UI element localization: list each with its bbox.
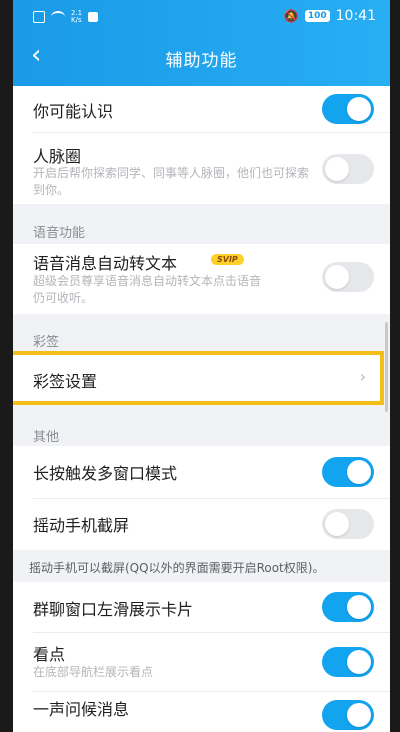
network-toggle[interactable] (322, 154, 374, 184)
status-right: 🔕 100 10:41 (284, 8, 376, 24)
header-bar: 2.1 K/s 🔕 100 10:41 ‹ 辅助功能 (13, 0, 390, 86)
toggle-knob (325, 512, 349, 536)
row-group-card: 群聊窗口左滑展示卡片 (13, 582, 390, 632)
row-title: 摇动手机截屏 (33, 516, 130, 535)
clock: 10:41 (335, 8, 376, 24)
may-know-toggle[interactable] (322, 94, 374, 124)
row-title: 语音消息自动转文本 (33, 254, 178, 273)
toggle-knob (347, 595, 371, 619)
row-subtitle: 超级会员尊享语音消息自动转文本点击语音仍可收听。 (33, 274, 262, 305)
sim-icon (33, 11, 45, 23)
greeting-toggle[interactable] (322, 700, 374, 730)
row-subtitle: 开启后帮你探索同学、同事等人脉圈，他们也可探索到你。 (33, 166, 310, 197)
row-title: 看点 (33, 645, 66, 664)
row-title: 人脉圈 (33, 147, 82, 166)
section-label-other: 其他 (33, 430, 60, 445)
social-settings-card: 你可能认识 人脉圈 开启后帮你探索同学、同事等人脉圈，他们也可探索到你。 (13, 86, 390, 204)
status-left: 2.1 K/s (33, 10, 99, 24)
row-network: 人脉圈 开启后帮你探索同学、同事等人脉圈，他们也可探索到你。 (13, 133, 390, 204)
row-voice-to-text: 语音消息自动转文本 SVIP 超级会员尊享语音消息自动转文本点击语音仍可收听。 (13, 244, 390, 314)
row-may-know: 你可能认识 (13, 86, 390, 132)
row-title: 你可能认识 (33, 102, 114, 121)
phone-screen: 2.1 K/s 🔕 100 10:41 ‹ 辅助功能 你可能认识 人脉圈 开启后… (13, 0, 390, 732)
page-title: 辅助功能 (165, 51, 238, 71)
toggle-knob (325, 157, 349, 181)
row-kandian: 看点 在底部导航栏展示看点 (13, 633, 390, 691)
row-multiwindow: 长按触发多窗口模式 (13, 446, 390, 498)
shake-screenshot-toggle[interactable] (322, 509, 374, 539)
caiqian-settings-row[interactable]: 彩签设置 › (13, 351, 384, 405)
shake-note: 摇动手机可以截屏(QQ以外的界面需要开启Root权限)。 (29, 561, 325, 575)
row-greeting: 一声问候消息 (13, 692, 390, 732)
speed-unit: K/s (71, 16, 82, 24)
mute-bell-icon: 🔕 (283, 9, 299, 23)
notification-icon (88, 12, 99, 22)
row-title: 彩签设置 (33, 372, 98, 391)
battery-icon: 100 (304, 10, 330, 22)
voice-settings-card: 语音消息自动转文本 SVIP 超级会员尊享语音消息自动转文本点击语音仍可收听。 (13, 244, 390, 314)
other-settings-card: 长按触发多窗口模式 摇动手机截屏 (13, 446, 390, 550)
section-label-caiqian: 彩签 (33, 335, 60, 350)
row-subtitle: 在底部导航栏展示看点 (33, 665, 154, 679)
scrollbar[interactable] (385, 322, 388, 412)
group-card-toggle[interactable] (322, 592, 374, 622)
wifi-icon (51, 11, 65, 23)
status-bar: 2.1 K/s 🔕 100 10:41 (13, 0, 390, 34)
toggle-knob (347, 460, 371, 484)
row-title: 一声问候消息 (33, 700, 130, 719)
toggle-knob (347, 97, 371, 121)
row-title: 群聊窗口左滑展示卡片 (33, 600, 194, 619)
row-title: 长按触发多窗口模式 (33, 464, 178, 483)
kandian-toggle[interactable] (322, 647, 374, 677)
chevron-right-icon: › (359, 367, 366, 386)
section-label-voice: 语音功能 (33, 226, 86, 241)
svip-badge: SVIP (211, 254, 244, 265)
row-shake-screenshot: 摇动手机截屏 (13, 499, 390, 550)
toggle-knob (325, 265, 349, 289)
network-speed: 2.1 K/s (71, 10, 82, 24)
display-settings-card: 群聊窗口左滑展示卡片 看点 在底部导航栏展示看点 一声问候消息 (13, 582, 390, 732)
multiwindow-toggle[interactable] (322, 457, 374, 487)
toggle-knob (347, 650, 371, 674)
voice-to-text-toggle[interactable] (322, 262, 374, 292)
toggle-knob (347, 703, 371, 727)
